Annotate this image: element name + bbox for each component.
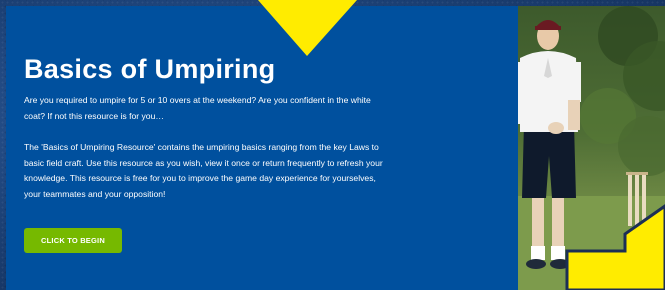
description-text: The 'Basics of Umpiring Resource' contai…	[24, 142, 383, 199]
intro-text: Are you required to umpire for 5 or 10 o…	[24, 95, 371, 121]
click-to-begin-button[interactable]: CLICK TO BEGIN	[24, 228, 122, 253]
arrow-right-icon	[565, 204, 665, 290]
arrow-down-icon	[258, 0, 357, 56]
page-title: Basics of Umpiring	[24, 54, 276, 84]
